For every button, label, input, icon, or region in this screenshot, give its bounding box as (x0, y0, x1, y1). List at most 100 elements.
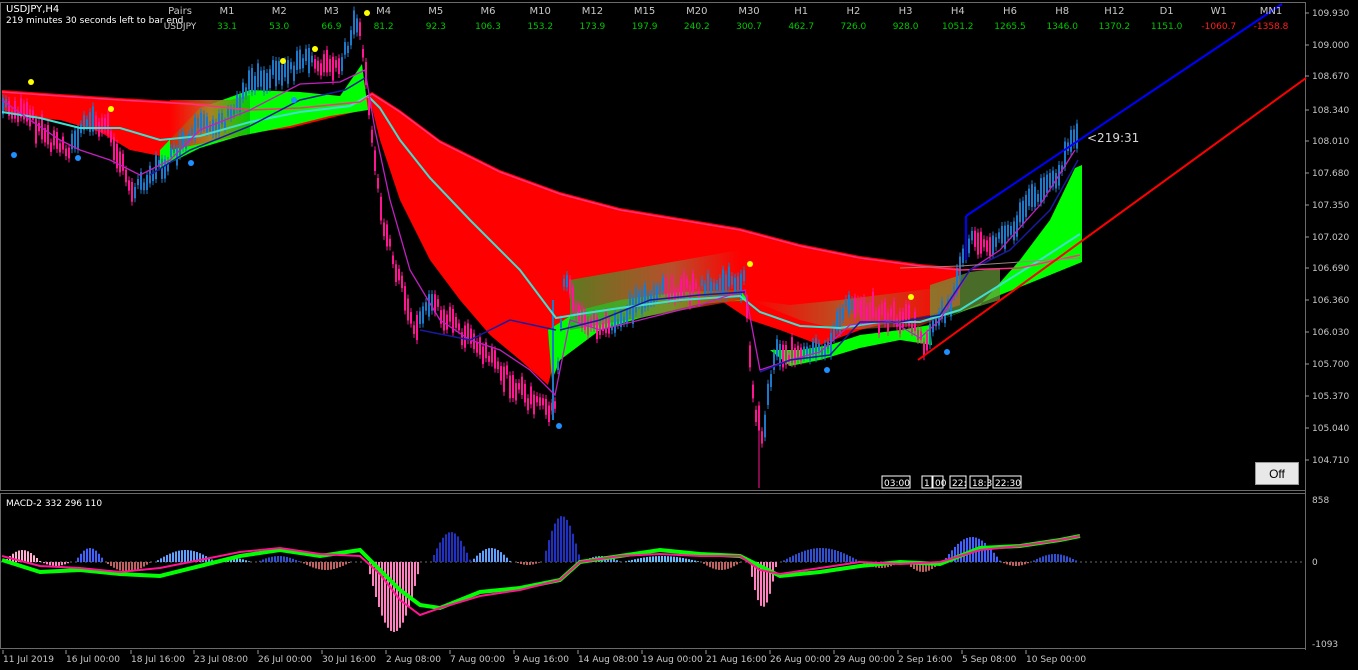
time-tick: 10 Sep 00:00 (1026, 655, 1086, 665)
strength-value: 197.9 (632, 22, 658, 32)
off-button[interactable]: Off (1255, 462, 1299, 485)
strength-value: 462.7 (788, 22, 814, 32)
macd-axis-tick: 0 (1312, 558, 1318, 568)
time-tick: 14 Aug 08:00 (578, 655, 639, 665)
timeframe-header: M1 (220, 6, 235, 17)
strength-value: 726.0 (841, 22, 867, 32)
price-tick: 106.360 (1312, 296, 1349, 306)
time-axis: 11 Jul 2019 16 Jul 00:00 18 Jul 16:00 23 Ju… (2, 650, 1086, 665)
session-time-boxes: 03:00 1 00 22: 18:3 22:30 (881, 475, 1022, 489)
price-tick: 108.010 (1312, 137, 1349, 147)
channel-upper-line[interactable] (965, 3, 1283, 217)
trend-line-red[interactable] (917, 77, 1307, 361)
pairs-header: Pairs (168, 6, 192, 17)
strength-value: 1265.5 (994, 22, 1026, 32)
chart-window[interactable]: USDJPY,H4 219 minutes 30 seconds left to… (0, 0, 1358, 670)
timeframe-header: M20 (686, 6, 707, 17)
countdown-label: <219:31 (1087, 131, 1139, 145)
strength-value: 106.3 (475, 22, 501, 32)
timeframe-header: H6 (1003, 6, 1017, 17)
timeframe-header: H8 (1055, 6, 1069, 17)
price-tick: 108.340 (1312, 106, 1349, 116)
price-axis: 109.930 109.000 108.670 108.340 108.010 107.6… (1305, 9, 1349, 466)
timeframe-header: H2 (846, 6, 860, 17)
timeframe-header: H4 (951, 6, 965, 17)
timeframe-header: M6 (481, 6, 496, 17)
price-tick: 104.710 (1312, 456, 1349, 466)
session-box-label: 18:3 (972, 479, 992, 489)
timeframe-header: M5 (428, 6, 443, 17)
macd-axis-tick: 858 (1312, 496, 1329, 506)
currency-strength-panel: Pairs USDJPY M1 33.1 M2 53.0 M3 66.9 M4 81.2 M5 9… (164, 6, 1289, 32)
session-box-label: 1 (924, 479, 930, 489)
time-tick: 26 Jul 00:00 (258, 655, 312, 665)
strength-value: 1370.2 (1099, 22, 1131, 32)
time-tick: 5 Sep 08:00 (962, 655, 1017, 665)
time-tick: 7 Aug 00:00 (450, 655, 505, 665)
price-tick: 105.040 (1312, 424, 1349, 434)
strength-value: 81.2 (374, 22, 394, 32)
time-tick: 29 Aug 00:00 (834, 655, 895, 665)
session-box-label: 22: (952, 479, 966, 489)
timeframe-header: M2 (272, 6, 287, 17)
macd-axis-tick: -1093 (1312, 640, 1338, 650)
strength-value: 33.1 (217, 22, 237, 32)
timeframe-header: H1 (794, 6, 808, 17)
price-tick: 105.370 (1312, 392, 1349, 402)
price-tick: 106.030 (1312, 328, 1349, 338)
time-tick: 23 Jul 08:00 (194, 655, 248, 665)
session-box-label: 22:30 (995, 479, 1021, 489)
timeframe-header: M4 (376, 6, 391, 17)
strength-value: -1060.7 (1201, 22, 1236, 32)
strength-value: 240.2 (684, 22, 710, 32)
strength-value: 1051.2 (942, 22, 974, 32)
price-tick: 105.700 (1312, 360, 1349, 370)
strength-value: -1358.8 (1254, 22, 1289, 32)
time-tick: 21 Aug 16:00 (706, 655, 767, 665)
price-tick: 109.930 (1312, 9, 1349, 19)
strength-value: 53.0 (269, 22, 289, 32)
price-tick: 107.350 (1312, 201, 1349, 211)
time-tick: 30 Jul 16:00 (322, 655, 376, 665)
strength-value: 66.9 (321, 22, 341, 32)
time-tick: 26 Aug 00:00 (770, 655, 831, 665)
strength-value: 300.7 (736, 22, 762, 32)
session-box-label: 03:00 (884, 479, 910, 489)
timeframe-header: M12 (582, 6, 603, 17)
time-tick: 2 Aug 08:00 (386, 655, 441, 665)
strength-value: 153.2 (527, 22, 553, 32)
timeframe-header: MN1 (1260, 6, 1282, 17)
strength-value: 1346.0 (1046, 22, 1078, 32)
time-tick: 9 Aug 16:00 (514, 655, 569, 665)
time-tick: 16 Jul 00:00 (66, 655, 120, 665)
bar-timer-text: 219 minutes 30 seconds left to bar end (6, 16, 183, 26)
price-tick: 106.690 (1312, 264, 1349, 274)
macd-axis: 858 0 -1093 (1312, 496, 1338, 650)
pair-symbol: USDJPY (164, 22, 197, 32)
price-tick: 108.670 (1312, 72, 1349, 82)
timeframe-header: M3 (324, 6, 339, 17)
macd-title: MACD-2 332 296 110 (6, 499, 102, 509)
strength-value: 1151.0 (1151, 22, 1183, 32)
time-tick: 18 Jul 16:00 (131, 655, 185, 665)
timeframe-header: H3 (899, 6, 913, 17)
price-tick: 107.680 (1312, 169, 1349, 179)
time-tick: 19 Aug 00:00 (642, 655, 703, 665)
strength-value: 173.9 (580, 22, 606, 32)
timeframe-header: M30 (738, 6, 759, 17)
time-tick: 2 Sep 16:00 (898, 655, 953, 665)
timeframe-header: W1 (1211, 6, 1227, 17)
macd-signal-lines (1, 534, 1081, 617)
timeframe-header: D1 (1160, 6, 1174, 17)
timeframe-header: H12 (1104, 6, 1124, 17)
strength-value: 928.0 (893, 22, 919, 32)
chart-title: USDJPY,H4 (6, 4, 59, 15)
strength-value: 92.3 (426, 22, 446, 32)
timeframe-header: M15 (634, 6, 655, 17)
macd-subwindow-frame (0, 493, 1306, 649)
price-tick: 109.000 (1312, 41, 1349, 51)
time-tick: 11 Jul 2019 (3, 655, 54, 665)
timeframe-header: M10 (530, 6, 551, 17)
session-box-label: 00 (935, 479, 947, 489)
price-tick: 107.020 (1312, 233, 1349, 243)
